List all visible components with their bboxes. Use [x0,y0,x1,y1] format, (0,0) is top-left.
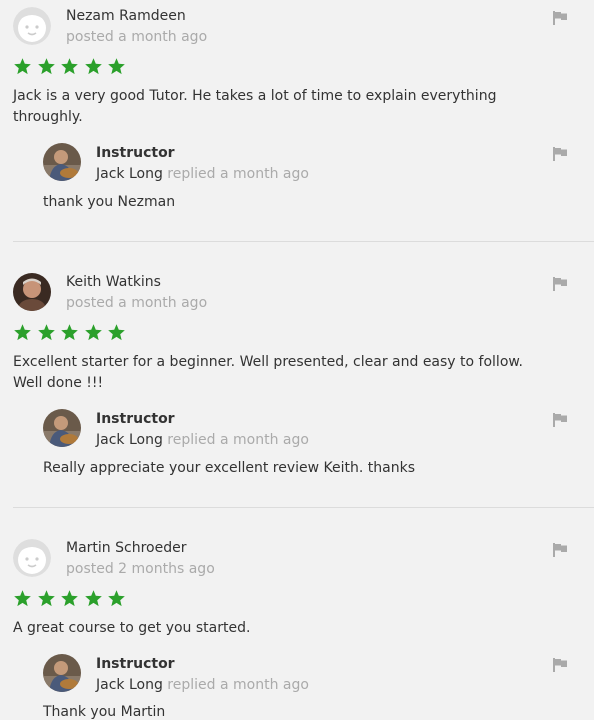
reply-role: Instructor [96,145,175,161]
divider [13,241,594,242]
reply-text: Really appreciate your excellent review … [43,460,416,476]
reply-text: Thank you Martin [43,704,166,720]
divider [13,507,594,508]
rating-stars [13,57,131,77]
flag-icon[interactable] [552,542,568,558]
reply-meta: Jack Long replied a month ago [96,677,309,693]
reply-meta: Jack Long replied a month ago [96,432,309,448]
reviewer-name[interactable]: Martin Schroeder [66,540,186,556]
instructor-avatar [43,409,81,447]
reply-author[interactable]: Jack Long [96,166,163,182]
flag-icon[interactable] [552,412,568,428]
review-text: A great course to get you started. [13,620,251,636]
star-icon [108,324,126,341]
reply-meta: Jack Long replied a month ago [96,166,309,182]
review-timestamp: posted a month ago [66,295,208,311]
instructor-avatar [43,143,81,181]
review-text: Excellent starter for a beginner. Well p… [13,354,524,391]
reply-author[interactable]: Jack Long [96,432,163,448]
review-text: Jack is a very good Tutor. He takes a lo… [13,88,497,125]
star-icon [61,58,78,75]
instructor-avatar [43,654,81,692]
flag-icon[interactable] [552,10,568,26]
review-timestamp: posted a month ago [66,29,208,45]
reply-timestamp: replied a month ago [167,166,309,182]
star-icon [61,590,78,607]
rating-stars [13,589,131,609]
rating-stars [13,323,131,343]
star-icon [14,58,31,75]
star-icon [84,590,102,607]
reply-timestamp: replied a month ago [167,677,309,693]
star-icon [37,58,55,75]
review-timestamp: posted 2 months ago [66,561,215,577]
star-icon [14,590,31,607]
star-icon [84,324,102,341]
star-icon [61,324,78,341]
reply-role: Instructor [96,411,175,427]
star-icon [108,58,126,75]
star-icon [84,58,102,75]
flag-icon[interactable] [552,146,568,162]
reply-text: thank you Nezman [43,194,176,210]
user-photo [13,273,51,311]
reviewer-name[interactable]: Nezam Ramdeen [66,8,186,24]
default-avatar-icon [13,539,51,577]
star-icon [108,590,126,607]
flag-icon[interactable] [552,657,568,673]
star-icon [14,324,31,341]
flag-icon[interactable] [552,276,568,292]
star-icon [37,590,55,607]
reply-author[interactable]: Jack Long [96,677,163,693]
star-icon [37,324,55,341]
reviewer-name[interactable]: Keith Watkins [66,274,161,290]
default-avatar-icon [13,7,51,45]
reply-role: Instructor [96,656,175,672]
reply-timestamp: replied a month ago [167,432,309,448]
